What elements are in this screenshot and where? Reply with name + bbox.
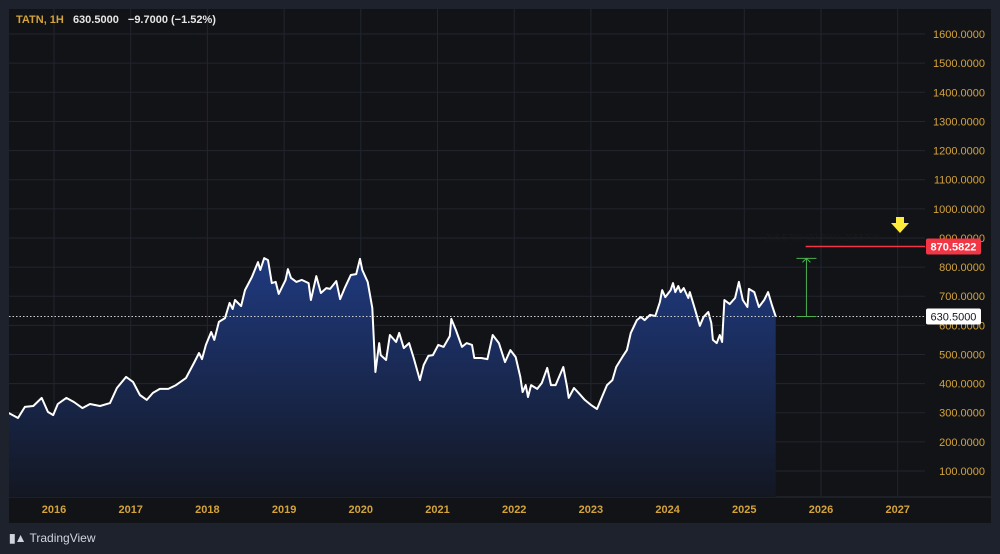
y-tick-label: 1300.0000: [933, 116, 985, 128]
x-tick-label: 2023: [579, 504, 603, 516]
symbol-legend: TATN, 1H 630.5000 −9.7000 (−1.52%): [16, 14, 222, 26]
last-price: 630.5000: [72, 14, 119, 26]
last-price-tag-label: 630.5000: [931, 311, 977, 323]
x-tick-label: 2017: [118, 504, 142, 516]
y-tick-label: 400.0000: [939, 379, 985, 391]
price-chart[interactable]: 205.5700 (32.70%) 2055700 100.0000 200.00…: [0, 0, 1000, 554]
time-axis-background: [9, 497, 991, 523]
y-tick-label: 500.0000: [939, 349, 985, 361]
x-tick-label: 2021: [425, 504, 449, 516]
target-price-tag-label: 870.5822: [931, 242, 977, 254]
y-tick-label: 1000.0000: [933, 204, 985, 216]
brand-name: TradingView: [29, 531, 96, 545]
x-tick-label: 2027: [885, 504, 909, 516]
y-tick-label: 800.0000: [939, 262, 985, 274]
y-tick-label: 1400.0000: [933, 87, 985, 99]
y-tick-label: 700.0000: [939, 291, 985, 303]
measure-label: 205.5700 (32.70%) 2055700: [765, 233, 879, 243]
x-tick-label: 2019: [272, 504, 296, 516]
x-tick-label: 2016: [42, 504, 66, 516]
y-tick-label: 200.0000: [939, 437, 985, 449]
x-tick-label: 2024: [655, 504, 680, 516]
y-tick-label: 1500.0000: [933, 58, 985, 70]
x-tick-label: 2020: [349, 504, 373, 516]
y-tick-label: 100.0000: [939, 466, 985, 478]
tradingview-brand[interactable]: ▮▲ TradingView: [9, 531, 96, 545]
x-tick-label: 2022: [502, 504, 526, 516]
symbol-label[interactable]: TATN, 1H: [16, 14, 64, 26]
y-tick-label: 1200.0000: [933, 146, 985, 158]
y-tick-label: 1100.0000: [934, 175, 985, 187]
tradingview-logo-icon: ▮▲: [9, 531, 27, 545]
y-tick-label: 1600.0000: [933, 29, 985, 41]
x-tick-label: 2018: [195, 504, 219, 516]
x-tick-label: 2026: [809, 504, 833, 516]
price-change: −9.7000 (−1.52%): [127, 14, 216, 26]
x-tick-label: 2025: [732, 504, 756, 516]
y-tick-label: 300.0000: [939, 408, 985, 420]
